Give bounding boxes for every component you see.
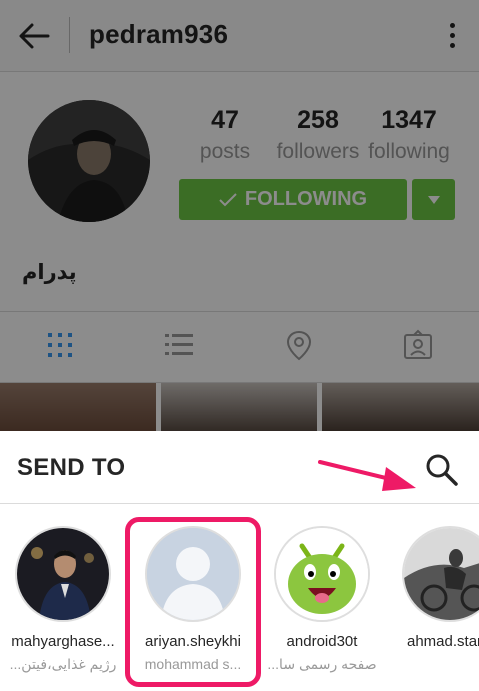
annotation-arrow: [318, 460, 416, 491]
recipient-item[interactable]: android30t صفحه رسمی سا...: [263, 528, 381, 673]
recipient-avatar: [276, 528, 368, 620]
recipient-item[interactable]: mahyarghase... رژیم غذایی،فیتن...: [4, 528, 122, 673]
annotation-highlight-box: [125, 517, 261, 687]
send-to-title: SEND TO: [17, 454, 126, 481]
recipient-name: ahmad.star: [407, 633, 479, 650]
send-to-sheet: SEND TO mahyarghase... رژیم غذایی،فیتن..…: [0, 431, 479, 691]
recipient-subtitle: صفحه رسمی سا...: [267, 656, 377, 672]
sheet-divider: [0, 503, 479, 504]
recipient-subtitle: رژیم غذایی،فیتن...: [9, 656, 117, 672]
android-icon: [276, 528, 368, 620]
modal-backdrop[interactable]: [0, 0, 479, 431]
recipient-avatar: [17, 528, 109, 620]
recipient-name: mahyarghase...: [11, 633, 115, 650]
recipient-avatar: [404, 528, 479, 620]
recipient-name: android30t: [286, 633, 358, 650]
search-icon[interactable]: [423, 451, 459, 487]
recipient-item[interactable]: ahmad.star: [393, 528, 479, 656]
